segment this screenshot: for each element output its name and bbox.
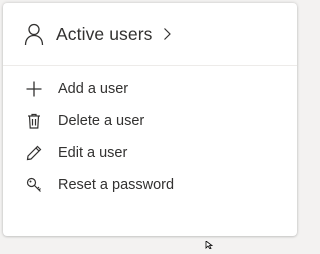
plus-icon (25, 80, 43, 98)
pencil-icon (25, 144, 43, 162)
active-users-header-link[interactable]: Active users (3, 3, 297, 65)
reset-password-label: Reset a password (58, 177, 175, 193)
person-icon (22, 22, 46, 46)
add-user-label: Add a user (58, 81, 129, 97)
quick-actions-list: Add a user Delete a user Edit a user Res… (3, 73, 297, 201)
card-title: Active users (56, 23, 153, 44)
active-users-card: Active users Add a user Delete a user Ed… (3, 3, 297, 236)
edit-user-label: Edit a user (58, 145, 128, 161)
edit-user-link[interactable]: Edit a user (3, 137, 297, 169)
delete-user-label: Delete a user (58, 113, 145, 129)
delete-user-link[interactable]: Delete a user (3, 105, 297, 137)
header-divider (3, 65, 297, 66)
add-user-link[interactable]: Add a user (3, 73, 297, 105)
reset-password-link[interactable]: Reset a password (3, 169, 297, 201)
trash-icon (25, 112, 43, 130)
key-icon (25, 176, 43, 194)
chevron-right-icon (162, 27, 172, 41)
